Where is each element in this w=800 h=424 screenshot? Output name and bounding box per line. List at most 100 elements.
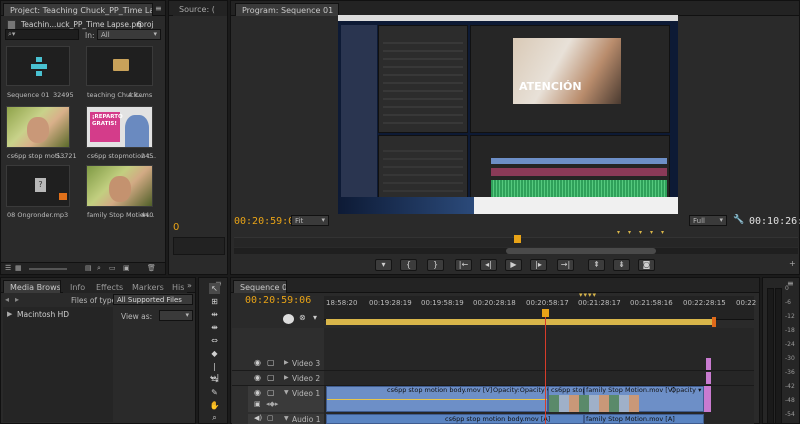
tab-info[interactable]: Info	[63, 280, 89, 293]
video-clip-stop-motion-body[interactable]: cs6pp stop motion body.mov [V] Opacity:O…	[326, 386, 550, 412]
project-item-folder[interactable]	[86, 46, 153, 86]
add-marker-icon[interactable]: ▾	[313, 313, 317, 322]
pen-tool-icon[interactable]: ✎	[209, 387, 220, 398]
program-zoom-handle[interactable]	[506, 248, 656, 254]
step-forward-button[interactable]: |▸	[530, 259, 547, 271]
rolling-edit-tool-icon[interactable]: ⇼	[209, 322, 220, 333]
eye-icon[interactable]: ◉	[254, 373, 261, 382]
chevron-down-icon: ▾	[321, 216, 325, 224]
view-as-dropdown[interactable]: ▾	[159, 310, 193, 321]
expand-arrow-icon[interactable]: ▶	[284, 359, 289, 366]
slip-tool-icon[interactable]: |↔|	[209, 361, 220, 382]
lift-button[interactable]: ⇞	[588, 259, 605, 271]
linked-selection-icon[interactable]: ⊗	[299, 313, 306, 322]
icon-view-icon[interactable]: ▦	[15, 264, 22, 272]
go-to-in-button[interactable]: |←	[455, 259, 472, 271]
track-select-tool-icon[interactable]: ⊞	[209, 296, 220, 307]
program-zoom-bar[interactable]	[234, 248, 798, 254]
project-item-sequence[interactable]	[6, 46, 70, 86]
panel-menu-icon[interactable]: ≡	[155, 4, 162, 13]
opacity-line[interactable]	[327, 399, 547, 400]
automate-icon[interactable]: ▤	[85, 264, 92, 272]
back-arrow-icon[interactable]: ◂	[5, 295, 9, 304]
lock-icon[interactable]: ▢	[267, 358, 275, 367]
tab-program[interactable]: Program: Sequence 01 ≡	[235, 3, 339, 16]
mark-out-button[interactable]: }	[427, 259, 444, 271]
zoom-slider[interactable]	[29, 268, 67, 270]
timeline-timecode[interactable]: 00:20:59:06	[245, 295, 311, 306]
drive-item-macintosh-hd[interactable]: Macintosh HD	[17, 310, 69, 319]
new-bin-icon[interactable]: ▭	[109, 264, 116, 272]
ripple-edit-tool-icon[interactable]: ⇹	[209, 309, 220, 320]
snap-button[interactable]	[283, 314, 294, 324]
timeline-tabbar: Sequence 01 ×	[231, 278, 759, 293]
go-to-out-button[interactable]: →|	[557, 259, 574, 271]
project-search-input[interactable]: ⌕▾	[5, 29, 79, 40]
collapse-arrow-icon[interactable]: ▼	[284, 415, 289, 422]
audio-clip-family-stop-motion[interactable]: family Stop Motion.mov [A]	[584, 414, 704, 424]
export-frame-button[interactable]: ◙	[638, 259, 655, 271]
tab-effects[interactable]: Effects	[89, 280, 125, 293]
eye-icon[interactable]: ◉	[254, 358, 261, 367]
video1-end-clip[interactable]	[704, 386, 711, 412]
tab-sequence[interactable]: Sequence 01 ×	[233, 280, 287, 293]
timeline-markers[interactable]: ▾▾▾▾	[579, 291, 597, 299]
project-item-clip[interactable]	[6, 106, 70, 148]
keyframe-icon[interactable]: ▣	[254, 400, 261, 408]
list-view-icon[interactable]: ☰	[5, 264, 11, 272]
tab-history[interactable]: His	[165, 280, 187, 293]
playhead-marker-icon[interactable]	[542, 309, 549, 317]
in-dropdown[interactable]: All ▾	[97, 29, 161, 40]
project-item-clip[interactable]	[86, 165, 153, 207]
zoom-dropdown[interactable]: Fit ▾	[291, 215, 329, 226]
program-playhead[interactable]	[514, 235, 521, 243]
files-of-type-label: Files of type:	[71, 296, 119, 305]
new-item-icon[interactable]: ▣	[123, 264, 130, 272]
tab-project[interactable]: Project: Teaching Chuck_PP_Time Lapse	[3, 3, 153, 16]
mark-in-button[interactable]: {	[400, 259, 417, 271]
in-dropdown-value: All	[101, 31, 110, 39]
source-scrubber[interactable]	[173, 237, 225, 255]
nested-menubar	[338, 15, 678, 21]
panel-menu-icon[interactable]: »	[187, 281, 192, 290]
timeline-playhead-line[interactable]	[545, 317, 546, 424]
work-area-bar[interactable]	[326, 319, 714, 325]
video3-end-clip[interactable]	[706, 358, 711, 370]
lock-icon[interactable]: ▢	[267, 414, 274, 422]
selection-tool-icon[interactable]: ↖	[209, 283, 220, 294]
razor-tool-icon[interactable]: ◆	[209, 348, 220, 359]
program-video-frame[interactable]: ATENCIÓN	[338, 15, 678, 214]
eye-icon[interactable]: ◉	[254, 388, 261, 397]
zoom-tool-icon[interactable]: ⌕	[209, 412, 220, 423]
lock-icon[interactable]: ▢	[267, 373, 275, 382]
project-item-graphic[interactable]: ¡REPARTO GRATIS!	[86, 106, 153, 148]
video2-end-clip[interactable]	[706, 372, 711, 384]
files-of-type-dropdown[interactable]: All Supported Files	[113, 294, 193, 305]
rate-stretch-tool-icon[interactable]: ⇔	[209, 335, 220, 346]
hand-tool-icon[interactable]: ✋	[209, 400, 220, 411]
slide-tool-icon[interactable]: ⇆	[209, 374, 220, 385]
wrench-icon[interactable]: 🔧	[733, 215, 744, 225]
project-item-audio[interactable]: ?	[6, 165, 70, 207]
track-divider	[232, 370, 754, 371]
lock-icon[interactable]: ▢	[267, 388, 275, 397]
add-marker-button[interactable]: ▾	[375, 259, 392, 271]
forward-arrow-icon[interactable]: ▸	[15, 295, 19, 304]
keyframe-nav-icon[interactable]: ◂◆▸	[266, 400, 278, 408]
collapse-arrow-icon[interactable]: ▼	[284, 389, 289, 396]
program-time-ruler[interactable]	[234, 235, 798, 247]
expand-arrow-icon[interactable]: ▶	[7, 310, 12, 318]
tab-media-browser[interactable]: Media Browser	[3, 280, 61, 293]
work-area-end[interactable]	[712, 317, 716, 327]
expand-arrow-icon[interactable]: ▶	[284, 374, 289, 381]
speaker-icon[interactable]: ◀)	[254, 414, 262, 422]
resolution-dropdown[interactable]: Full ▾	[689, 215, 727, 226]
trash-icon[interactable]: 🗑	[147, 264, 156, 272]
search-icon[interactable]: ⌕	[97, 264, 101, 273]
extract-button[interactable]: ⇟	[613, 259, 630, 271]
tab-markers[interactable]: Markers	[125, 280, 165, 293]
play-button[interactable]: ▶	[505, 259, 522, 271]
step-back-button[interactable]: ◂|	[480, 259, 497, 271]
resolution-dropdown-value: Full	[693, 217, 705, 225]
button-editor-icon[interactable]: +	[789, 259, 796, 268]
